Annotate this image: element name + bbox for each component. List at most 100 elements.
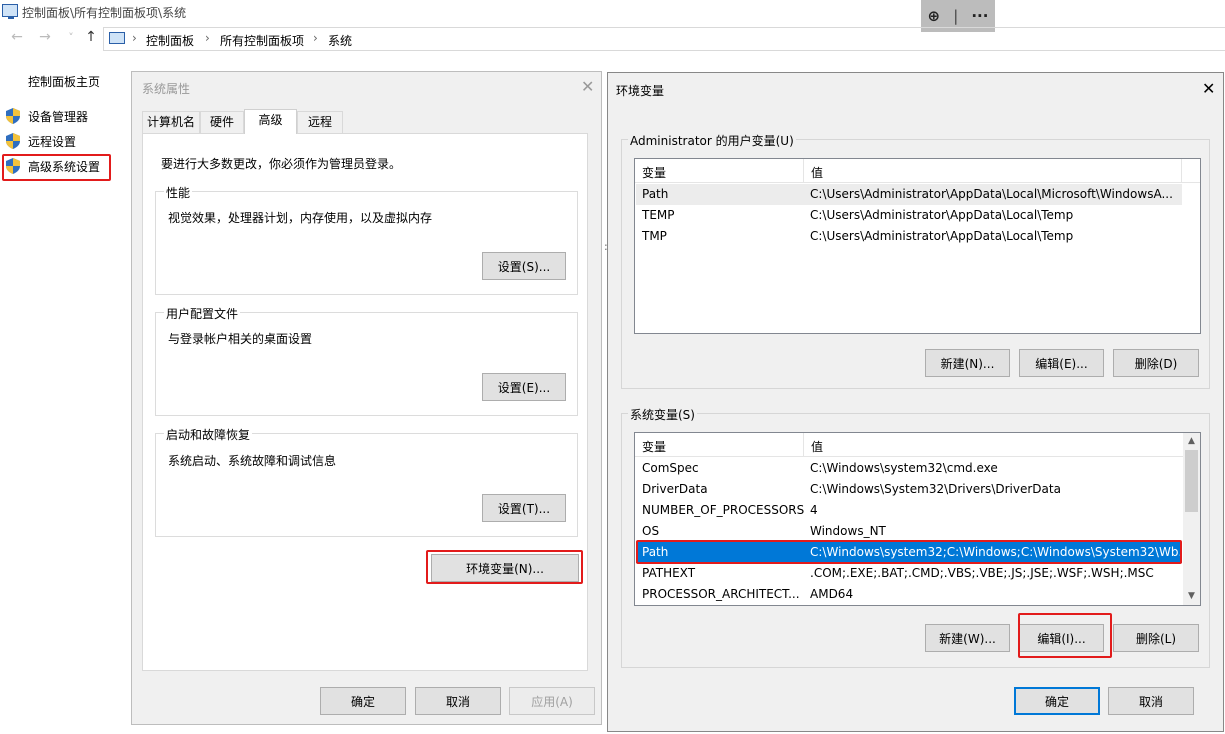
group-legend: 用户配置文件 [164,305,241,322]
tab-advanced[interactable]: 高级 [244,109,297,134]
user-vars-title: Administrator 的用户变量(U) [628,132,796,149]
ok-button[interactable]: 确定 [320,687,406,715]
left-nav-remote-settings[interactable]: 远程设置 [6,131,76,151]
environment-variables-dialog: 环境变量 ✕ Administrator 的用户变量(U) 变量 值 Path … [607,72,1224,732]
col-variable[interactable]: 变量 [642,438,666,455]
toolbar-separator: | [953,7,959,25]
table-row[interactable]: PATHEXT .COM;.EXE;.BAT;.CMD;.VBS;.VBE;.J… [636,563,1182,584]
admin-note: 要进行大多数更改，你必须作为管理员登录。 [161,157,402,171]
profile-settings-button[interactable]: 设置(E)... [482,373,566,401]
shield-icon [6,108,20,124]
system-new-button[interactable]: 新建(W)... [925,624,1010,652]
table-row[interactable]: TMP C:\Users\Administrator\AppData\Local… [636,226,1182,247]
forward-arrow-icon[interactable]: → [36,29,54,45]
var-name: NUMBER_OF_PROCESSORS [642,503,805,517]
group-legend: 性能 [164,184,193,201]
group-desc: 与登录帐户相关的桌面设置 [168,332,313,346]
computer-icon [109,32,125,44]
startup-settings-button[interactable]: 设置(T)... [482,494,566,522]
left-nav-label: 设备管理器 [28,109,89,124]
tab-panel-advanced: 要进行大多数更改，你必须作为管理员登录。 性能 视觉效果，处理器计划，内存使用，… [142,133,588,671]
breadcrumb-sep: › [313,31,318,45]
recent-dropdown-icon[interactable]: ˅ [62,31,80,44]
column-divider[interactable] [803,159,804,183]
control-panel-icon [2,4,18,19]
var-value: AMD64 [810,587,854,601]
group-desc: 视觉效果，处理器计划，内存使用，以及虚拟内存 [168,211,433,225]
table-row[interactable]: NUMBER_OF_PROCESSORS 4 [636,500,1182,521]
window-title-bar: 控制面板\所有控制面板项\系统 [0,0,1225,24]
var-name: OS [642,524,660,538]
system-delete-button[interactable]: 删除(L) [1113,624,1199,652]
back-arrow-icon[interactable]: ← [8,29,26,45]
more-icon[interactable]: ··· [971,7,988,25]
env-cancel-button[interactable]: 取消 [1108,687,1194,715]
var-name: PROCESSOR_ARCHITECT... [642,587,800,601]
dialog-title: 环境变量 [616,84,665,98]
var-name: PATHEXT [642,566,696,580]
col-value[interactable]: 值 [811,164,823,181]
list-header: 变量 值 [635,433,1184,457]
control-panel-home-link[interactable]: 控制面板主页 [28,73,100,90]
breadcrumb-control-panel[interactable]: 控制面板 [146,32,194,49]
var-name: TMP [642,229,667,243]
apply-button[interactable]: 应用(A) [509,687,595,715]
var-value: C:\Windows\system32\cmd.exe [810,461,998,475]
tab-hardware[interactable]: 硬件 [200,111,244,133]
var-value: C:\Windows\System32\Drivers\DriverData [810,482,1061,496]
breadcrumb-sep: › [205,31,210,45]
table-row[interactable]: OS Windows_NT [636,521,1182,542]
col-value[interactable]: 值 [811,438,823,455]
breadcrumb-sep: › [132,31,137,45]
tab-computer-name[interactable]: 计算机名 [142,111,200,133]
highlight-edit-button [1018,613,1112,658]
breadcrumb-all-items[interactable]: 所有控制面板项 [220,32,304,49]
highlight-path-row [636,540,1182,564]
table-row[interactable]: PROCESSOR_ARCHITECT... AMD64 [636,584,1182,605]
scroll-thumb[interactable] [1185,450,1198,512]
var-value: C:\Users\Administrator\AppData\Local\Tem… [810,208,1074,222]
user-delete-button[interactable]: 删除(D) [1113,349,1199,377]
table-row[interactable]: ComSpec C:\Windows\system32\cmd.exe [636,458,1182,479]
dialog-title: 系统属性 [142,82,191,96]
column-divider[interactable] [1181,159,1182,183]
highlight-env-button [426,550,583,584]
up-arrow-icon[interactable]: ↑ [82,29,100,45]
col-variable[interactable]: 变量 [642,164,666,181]
table-row[interactable]: TEMP C:\Users\Administrator\AppData\Loca… [636,205,1182,226]
user-new-button[interactable]: 新建(N)... [925,349,1010,377]
vertical-scrollbar[interactable]: ▲ ▼ [1183,433,1200,605]
var-name: TEMP [642,208,675,222]
tab-remote[interactable]: 远程 [297,111,343,133]
scroll-down-icon[interactable]: ▼ [1183,588,1200,605]
zoom-in-icon[interactable]: ⊕ [928,7,941,25]
close-icon[interactable]: ✕ [581,77,594,96]
profiles-group: 用户配置文件 与登录帐户相关的桌面设置 设置(E)... [155,305,578,416]
system-vars-list[interactable]: 变量 值 ComSpec C:\Windows\system32\cmd.exe… [634,432,1201,606]
cancel-button[interactable]: 取消 [415,687,501,715]
user-edit-button[interactable]: 编辑(E)... [1019,349,1104,377]
table-row[interactable]: DriverData C:\Windows\System32\Drivers\D… [636,479,1182,500]
var-value: Windows_NT [810,524,886,538]
var-name: Path [642,187,669,201]
scroll-up-icon[interactable]: ▲ [1183,433,1200,450]
env-ok-button[interactable]: 确定 [1014,687,1100,715]
performance-settings-button[interactable]: 设置(S)... [482,252,566,280]
address-bar[interactable]: › 控制面板 › 所有控制面板项 › 系统 [103,27,1225,51]
group-desc: 系统启动、系统故障和调试信息 [168,454,337,468]
var-value: .COM;.EXE;.BAT;.CMD;.VBS;.VBE;.JS;.JSE;.… [810,566,1154,580]
var-value: C:\Users\Administrator\AppData\Local\Mic… [810,187,1173,201]
table-row[interactable]: Path C:\Users\Administrator\AppData\Loca… [636,184,1182,205]
var-value: 4 [810,503,818,517]
left-nav-device-manager[interactable]: 设备管理器 [6,106,88,126]
user-vars-list[interactable]: 变量 值 Path C:\Users\Administrator\AppData… [634,158,1201,334]
system-vars-title: 系统变量(S) [628,406,697,423]
column-divider[interactable] [803,433,804,457]
group-legend: 启动和故障恢复 [164,426,253,443]
highlight-advanced-settings [2,154,111,181]
window-title: 控制面板\所有控制面板项\系统 [22,6,187,20]
var-name: DriverData [642,482,708,496]
breadcrumb-system[interactable]: 系统 [328,32,352,49]
close-icon[interactable]: ✕ [1202,79,1215,98]
var-name: ComSpec [642,461,699,475]
